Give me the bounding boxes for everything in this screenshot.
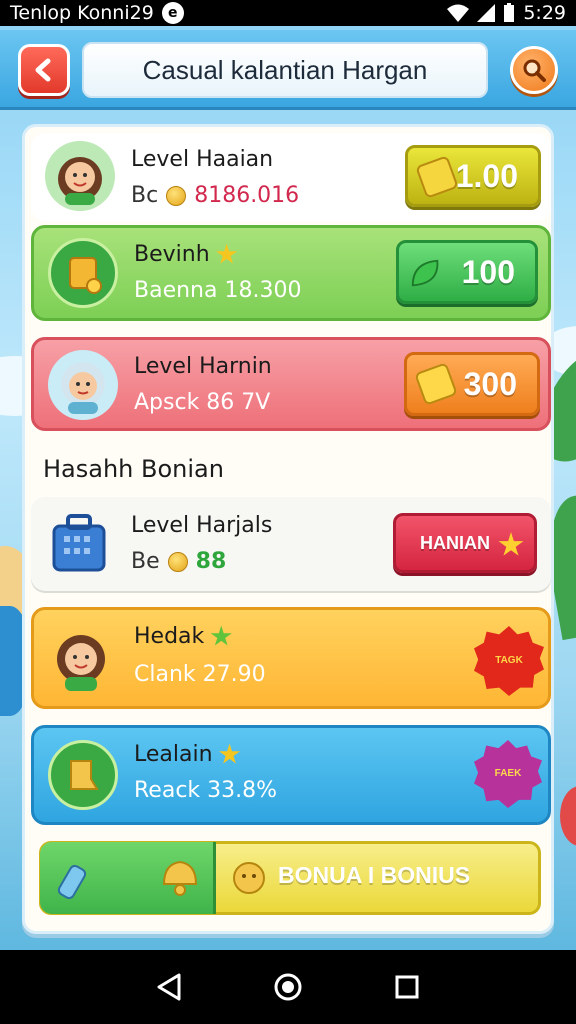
badge-icon[interactable]: FAEK	[474, 740, 542, 808]
nav-recents-button[interactable]	[387, 967, 427, 1007]
avatar	[45, 141, 115, 211]
avatar	[48, 350, 118, 420]
shop-panel: Level Haaian Bc 8186.016 1.00 Bevinh Bae…	[22, 124, 554, 934]
star-icon	[216, 243, 238, 264]
row-title: Level Harjals	[131, 513, 273, 538]
row-title-wrap: Lealain	[134, 742, 241, 767]
row-value: Bc 8186.016	[131, 183, 299, 208]
page-title: Casual kalantian Hargan	[82, 42, 488, 98]
notification-icon: e	[161, 2, 184, 24]
row-title: Level Harnin	[134, 354, 272, 379]
row-value: Baenna 18.300	[134, 278, 302, 303]
nav-home-button[interactable]	[268, 967, 308, 1007]
coin-icon	[167, 551, 188, 572]
list-item[interactable]: Lealain Reack 33.8% FAEK	[31, 725, 551, 825]
signal-icon	[477, 4, 496, 22]
row-title: Lealain	[134, 742, 213, 767]
status-app-text: Tenlop Konni29	[10, 2, 154, 24]
price-label: 1.00	[455, 157, 518, 194]
row-value: Be 88	[131, 549, 226, 574]
back-arrow-icon	[35, 58, 51, 82]
bonus-bar-label: BONUA I BONIUS	[278, 862, 471, 888]
row-title-wrap: Bevinh	[134, 242, 238, 267]
buy-button[interactable]: 300	[404, 352, 540, 416]
leaf-icon	[411, 259, 439, 287]
row-prefix: Be	[131, 549, 160, 574]
row-title-wrap: Hedak	[134, 624, 232, 649]
avatar	[48, 740, 118, 810]
status-bar: Tenlop Konni29 e 5:29	[0, 0, 576, 26]
search-icon	[523, 59, 546, 82]
button-label: HANIAN	[420, 532, 490, 553]
row-value: Clank 27.90	[134, 662, 266, 687]
battery-icon	[504, 3, 515, 22]
badge-icon[interactable]: TAGK	[474, 626, 544, 696]
buy-button[interactable]: 100	[396, 240, 538, 304]
buy-button[interactable]: 1.00	[405, 145, 541, 207]
list-item[interactable]: Level Harnin Apsck 86 7V 300	[31, 337, 551, 431]
trophy-icon	[233, 862, 265, 894]
list-item[interactable]: Level Haaian Bc 8186.016 1.00	[31, 133, 551, 221]
star-icon	[498, 532, 524, 556]
nav-back-icon	[157, 973, 181, 1001]
hanian-button[interactable]: HANIAN	[393, 513, 537, 573]
bonus-bar[interactable]: BONUA I BONIUS	[39, 841, 541, 915]
ticket-icon	[414, 362, 458, 406]
section-heading: Hasahh Bonian	[43, 455, 224, 483]
star-icon	[210, 625, 232, 646]
row-prefix: Bc	[131, 183, 159, 208]
list-item[interactable]: Bevinh Baenna 18.300 100	[31, 225, 551, 321]
row-value-text: 88	[195, 549, 227, 574]
wifi-icon	[447, 4, 470, 22]
avatar	[48, 238, 118, 308]
avatar	[46, 624, 116, 694]
price-label: 300	[463, 365, 517, 402]
nav-back-button[interactable]	[149, 967, 189, 1007]
back-button[interactable]	[18, 44, 70, 96]
toolbox-icon	[45, 507, 115, 577]
nav-home-icon	[274, 973, 302, 1001]
navigation-bar	[0, 950, 576, 1024]
bonus-bar-left	[40, 842, 216, 914]
row-value: Apsck 86 7V	[134, 390, 271, 415]
row-title: Bevinh	[134, 242, 210, 267]
bottle-icon	[57, 864, 87, 900]
bell-icon	[162, 860, 198, 896]
list-item[interactable]: Hedak Clank 27.90 TAGK	[31, 607, 551, 709]
nav-recents-icon	[395, 975, 419, 999]
list-item[interactable]: Level Harjals Be 88 HANIAN	[31, 497, 551, 591]
row-title: Hedak	[134, 624, 205, 649]
row-value-text: 8186.016	[194, 183, 300, 208]
price-label: 100	[461, 253, 515, 290]
star-icon	[218, 743, 241, 764]
row-value: Reack 33.8%	[134, 778, 278, 803]
shell-decoration	[560, 786, 576, 846]
row-title: Level Haaian	[131, 147, 274, 172]
ticket-icon	[415, 155, 459, 199]
coin-icon	[166, 185, 187, 206]
top-bar: Casual kalantian Hargan	[0, 30, 576, 110]
search-button[interactable]	[510, 46, 558, 94]
status-time: 5:29	[523, 2, 566, 24]
